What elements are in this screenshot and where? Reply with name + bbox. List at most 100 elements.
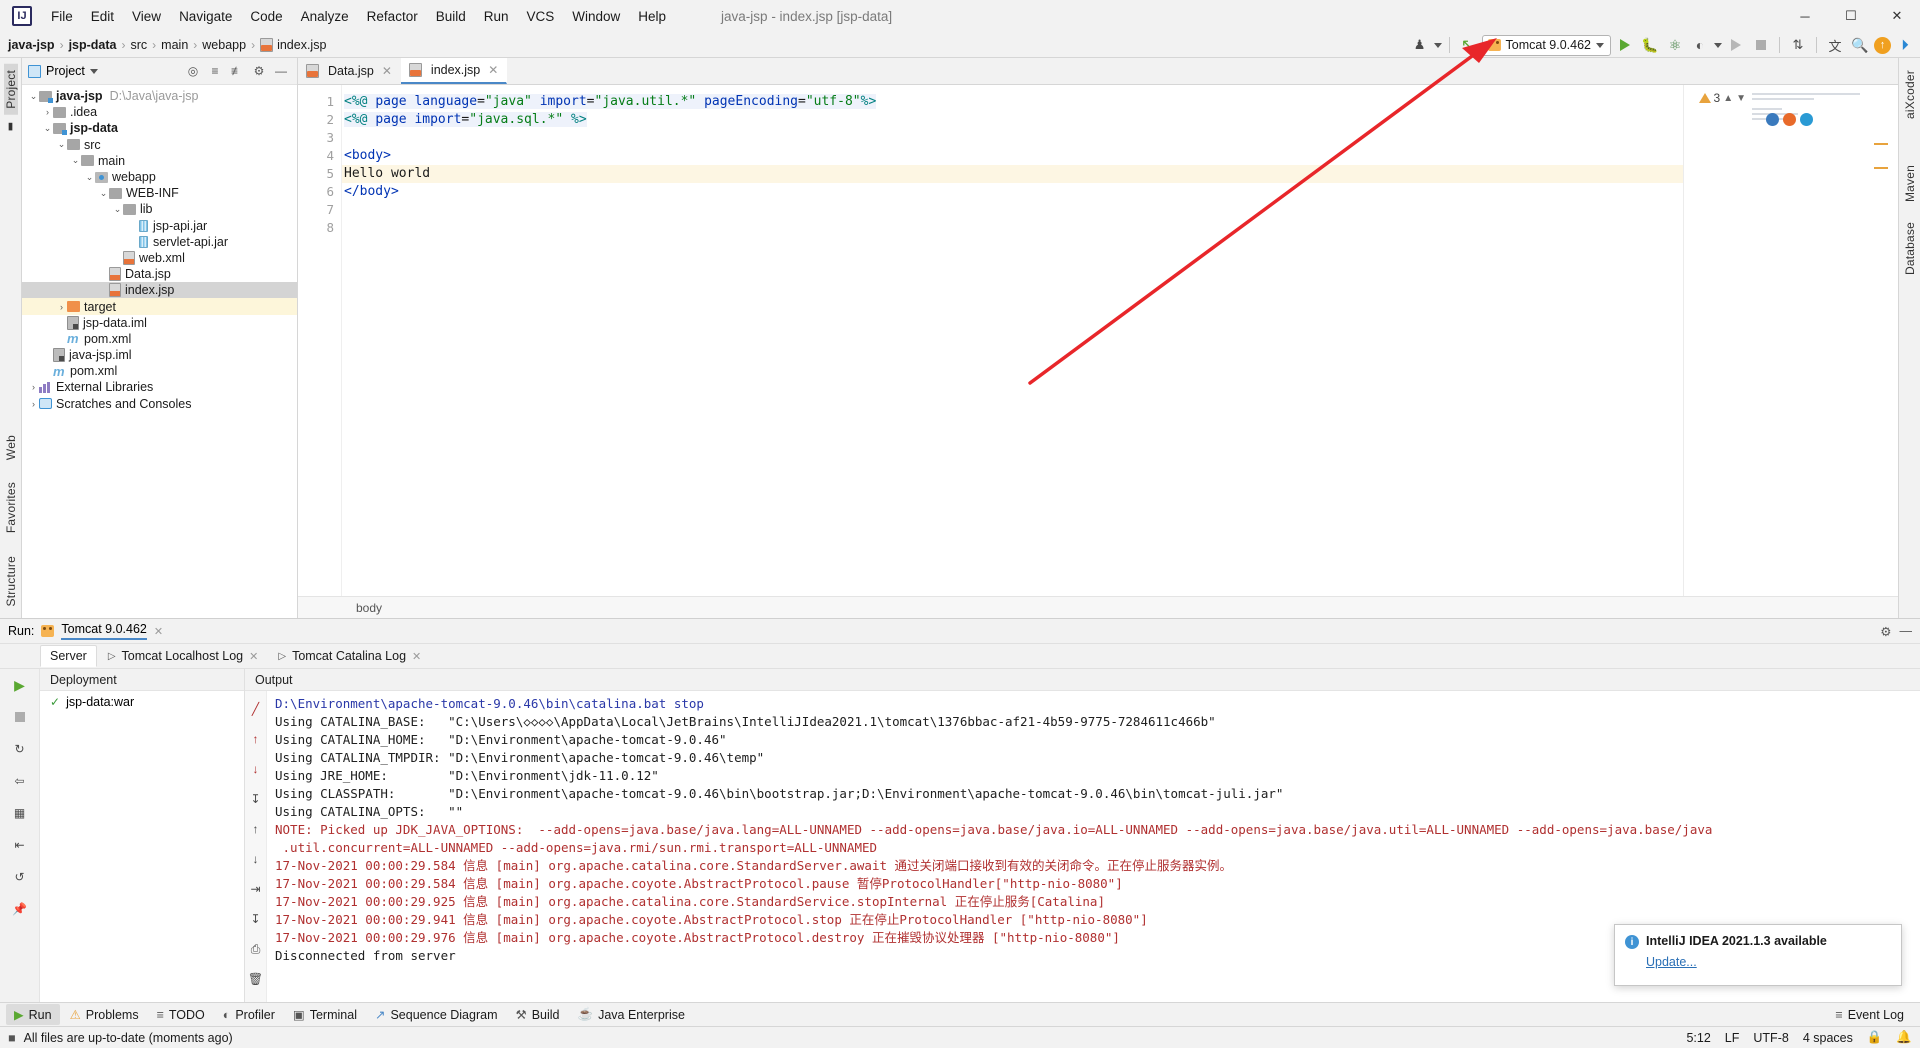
- warning-marker[interactable]: [1874, 143, 1888, 145]
- chevron-down-icon[interactable]: [1714, 42, 1722, 48]
- chevron-right-icon[interactable]: ›: [28, 399, 39, 409]
- run-button[interactable]: [1614, 34, 1636, 56]
- toolwindow-terminal[interactable]: ▣ Terminal: [285, 1004, 365, 1025]
- file-encoding[interactable]: UTF-8: [1753, 1031, 1788, 1045]
- run-configuration-selector[interactable]: Tomcat 9.0.462: [1481, 34, 1611, 56]
- code-content[interactable]: <%@ page language="java" import="java.ut…: [342, 85, 1683, 596]
- chevron-down-icon[interactable]: ⌄: [56, 139, 67, 150]
- indent-setting[interactable]: 4 spaces: [1803, 1031, 1853, 1045]
- close-icon[interactable]: ✕: [1874, 0, 1920, 32]
- rerun-button[interactable]: [1725, 34, 1747, 56]
- locate-file-icon[interactable]: ◎: [183, 61, 203, 81]
- menu-file[interactable]: File: [42, 5, 82, 28]
- toolwindow-java-enterprise[interactable]: ☕ Java Enterprise: [570, 1004, 693, 1025]
- caret-position[interactable]: 5:12: [1686, 1031, 1710, 1045]
- collapse-all-icon[interactable]: ≢: [227, 61, 247, 81]
- hide-run-panel-icon[interactable]: —: [1900, 624, 1913, 639]
- breadcrumb-index-jsp[interactable]: index.jsp: [260, 37, 326, 52]
- close-tab-icon[interactable]: ✕: [382, 64, 392, 78]
- rail-project-button[interactable]: Project: [3, 64, 18, 115]
- chevron-right-icon[interactable]: ›: [28, 382, 39, 392]
- inspection-warning-chip[interactable]: 3 ▲ ▼: [1698, 91, 1746, 105]
- run-with-coverage-button[interactable]: ⚛: [1664, 34, 1686, 56]
- line-separator[interactable]: LF: [1725, 1031, 1740, 1045]
- chevron-down-icon[interactable]: ⌄: [70, 155, 81, 166]
- project-panel-title-group[interactable]: Project: [28, 64, 98, 78]
- panel-settings-icon[interactable]: ⚙: [249, 61, 269, 81]
- breadcrumb-jsp-data[interactable]: jsp-data: [69, 38, 117, 52]
- tree-node--idea[interactable]: › .idea: [22, 104, 297, 120]
- tree-node-src[interactable]: ⌄ src: [22, 137, 297, 153]
- run-tab-tomcat-localhost-log[interactable]: ▷ Tomcat Localhost Log ✕: [99, 646, 268, 666]
- debug-button[interactable]: 🐛: [1639, 34, 1661, 56]
- breadcrumb-java-jsp[interactable]: java-jsp: [8, 38, 55, 52]
- maximize-icon[interactable]: ☐: [1828, 0, 1874, 32]
- menu-run[interactable]: Run: [475, 5, 518, 28]
- tree-node-index-jsp[interactable]: index.jsp: [22, 282, 297, 299]
- stop-server-icon[interactable]: [10, 707, 30, 727]
- code-editor[interactable]: 1 2 3 4 5 6 7 8 <%@ page language="java" import…: [298, 85, 1898, 596]
- tree-node-target[interactable]: › target: [22, 298, 297, 315]
- chevron-down-icon[interactable]: ⌄: [84, 172, 95, 183]
- toolwindow-run[interactable]: ▶ Run: [6, 1004, 60, 1025]
- breadcrumb-main[interactable]: main: [161, 38, 188, 52]
- next-occurrence-icon[interactable]: ↓: [246, 759, 266, 779]
- tree-node-webapp[interactable]: ⌄ webapp: [22, 169, 297, 185]
- rail-web-button[interactable]: Web: [4, 429, 18, 466]
- edge-browser-icon[interactable]: [1800, 113, 1813, 126]
- run-tab-tomcat-catalina-log[interactable]: ▷ Tomcat Catalina Log ✕: [269, 646, 430, 666]
- profiler-button[interactable]: ◐: [1689, 34, 1711, 56]
- warning-marker[interactable]: [1874, 167, 1888, 169]
- tree-node-servlet-api-jar[interactable]: servlet-api.jar: [22, 234, 297, 250]
- toolwindow-sequence-diagram[interactable]: ↗ Sequence Diagram: [367, 1004, 506, 1025]
- soft-wrap-icon[interactable]: ╱: [246, 699, 266, 719]
- rail-database-button[interactable]: Database: [1903, 216, 1917, 289]
- close-tab-icon[interactable]: ✕: [249, 650, 258, 663]
- ie-browser-icon[interactable]: [1766, 113, 1779, 126]
- breadcrumb-src[interactable]: src: [131, 38, 148, 52]
- menu-vcs[interactable]: VCS: [518, 5, 564, 28]
- close-tab-icon[interactable]: ✕: [412, 650, 421, 663]
- pin-tab-icon[interactable]: 📌: [10, 899, 30, 919]
- scroll-to-end-icon[interactable]: ↧: [246, 789, 266, 809]
- chevron-down-icon[interactable]: ⌄: [112, 204, 123, 215]
- tree-node-lib[interactable]: ⌄ lib: [22, 201, 297, 217]
- update-available-icon[interactable]: ↑: [1874, 36, 1891, 54]
- run-settings-icon[interactable]: ⚙: [1880, 624, 1891, 639]
- tree-node-pom-xml[interactable]: m pom.xml: [22, 363, 297, 379]
- tree-node-web-xml[interactable]: web.xml: [22, 250, 297, 266]
- prev-occurrence-icon[interactable]: ↑: [246, 729, 266, 749]
- tree-node-scratches-and-consoles[interactable]: › Scratches and Consoles: [22, 396, 297, 412]
- expand-all-icon[interactable]: ≡: [205, 61, 225, 81]
- chevron-down-icon[interactable]: [89, 68, 98, 74]
- chevron-down-icon[interactable]: [1433, 42, 1442, 48]
- close-run-config-icon[interactable]: ✕: [154, 625, 163, 638]
- edit-config-icon[interactable]: ⇤: [10, 835, 30, 855]
- chevron-right-icon[interactable]: ›: [42, 107, 53, 117]
- close-tab-icon[interactable]: ✕: [488, 63, 498, 77]
- minimize-icon[interactable]: ─: [1782, 0, 1828, 32]
- scroll-down-icon[interactable]: ↓: [246, 849, 266, 869]
- tree-node-jsp-data-iml[interactable]: jsp-data.iml: [22, 315, 297, 331]
- tree-node-data-jsp[interactable]: Data.jsp: [22, 266, 297, 282]
- hide-panel-icon[interactable]: —: [271, 61, 291, 81]
- stop-button[interactable]: [1750, 34, 1772, 56]
- chevron-right-icon[interactable]: ›: [56, 302, 67, 312]
- toolwindow-problems[interactable]: ⚠ Problems: [62, 1004, 147, 1025]
- rail-bookmarks-icon[interactable]: ▮: [5, 115, 16, 142]
- notification-bell-icon[interactable]: 🔔: [1896, 1030, 1912, 1045]
- deployment-item-jsp-data-war[interactable]: ✓ jsp-data:war: [40, 691, 244, 713]
- rerun-server-icon[interactable]: ▶: [10, 675, 30, 695]
- structure-compare-icon[interactable]: ⇅: [1787, 34, 1809, 56]
- deployment-grid-icon[interactable]: ▦: [10, 803, 30, 823]
- clear-all-icon[interactable]: 🗑: [246, 969, 266, 989]
- toolwindow-profiler[interactable]: ◐ Profiler: [215, 1005, 283, 1025]
- rail-structure-button[interactable]: Structure: [4, 550, 18, 613]
- menu-analyze[interactable]: Analyze: [292, 5, 358, 28]
- toolwindow-build[interactable]: ⚒ Build: [507, 1004, 567, 1025]
- rail-maven-button[interactable]: Maven: [1903, 159, 1917, 216]
- chevron-down-icon[interactable]: ⌄: [42, 123, 53, 134]
- tree-node-java-jsp[interactable]: ⌄ java-jsp D:\Java\java-jsp: [22, 88, 297, 104]
- scroll-up-icon[interactable]: ↑: [246, 819, 266, 839]
- search-everywhere-icon[interactable]: 🔍: [1849, 34, 1871, 56]
